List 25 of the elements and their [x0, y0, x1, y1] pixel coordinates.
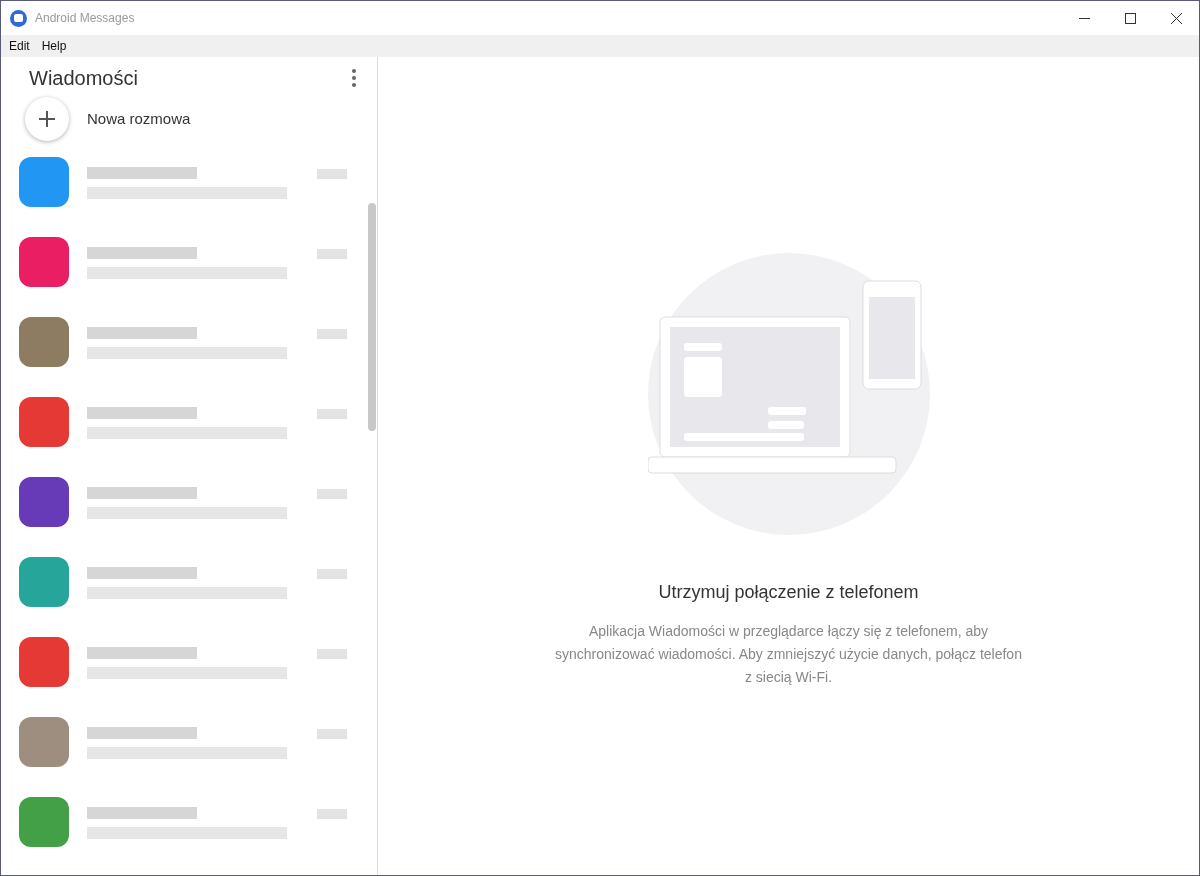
close-icon: [1170, 12, 1182, 24]
new-conversation-button[interactable]: [25, 97, 69, 141]
blurred-time: [317, 569, 347, 579]
blurred-time: [317, 809, 347, 819]
empty-state-heading: Utrzymuj połączenie z telefonem: [658, 581, 919, 604]
more-vertical-icon: [352, 69, 356, 87]
blurred-time: [317, 329, 347, 339]
window-title: Android Messages: [35, 10, 135, 27]
menu-item[interactable]: Edit: [3, 37, 36, 55]
sidebar-title: Wiadomości: [29, 66, 138, 91]
blurred-time: [317, 249, 347, 259]
blurred-time: [317, 649, 347, 659]
scrollbar-thumb[interactable]: [368, 203, 376, 431]
blurred-time: [317, 729, 347, 739]
more-options-button[interactable]: [349, 67, 359, 89]
menu-item[interactable]: Help: [35, 37, 73, 55]
new-conversation-label[interactable]: Nowa rozmowa: [87, 107, 191, 131]
plus-icon: [39, 111, 55, 127]
maximize-icon: [1124, 12, 1136, 24]
blurred-time: [317, 169, 347, 179]
empty-state-description: Aplikacja Wiadomości w przeglądarce łączy się z telefonem, aby synchronizować wiadomości. Aby zmniejszyć użycie danych, połącz telefon z siecią Wi-Fi.: [554, 622, 1023, 687]
blurred-time: [317, 409, 347, 419]
minimize-icon: [1078, 17, 1090, 19]
app-icon: [10, 9, 27, 27]
blurred-time: [317, 489, 347, 499]
